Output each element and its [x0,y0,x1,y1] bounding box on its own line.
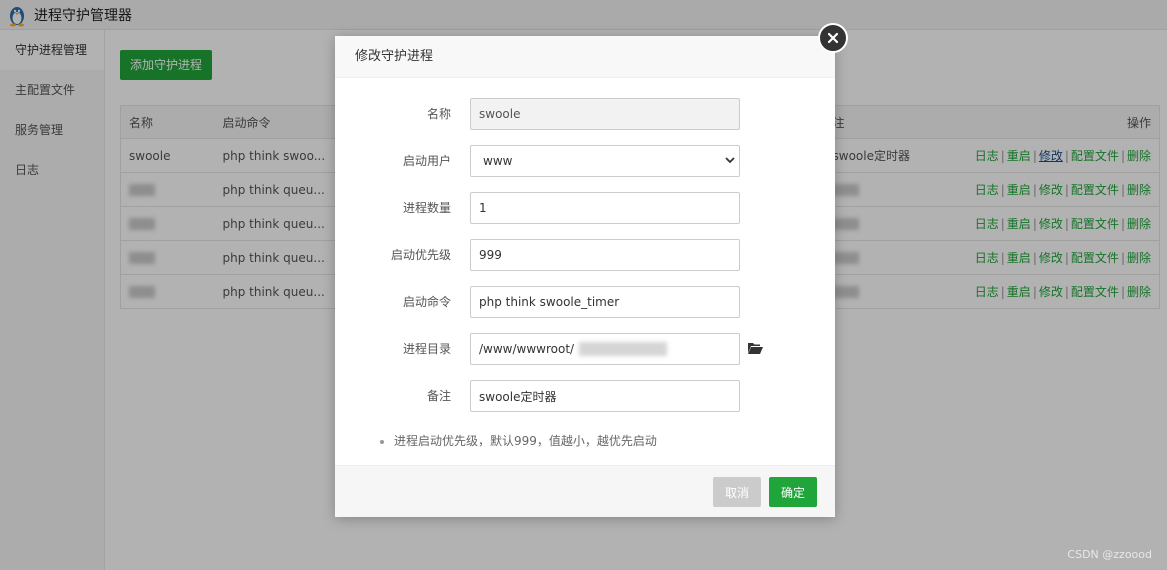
dialog-title: 修改守护进程 [335,36,835,78]
folder-open-icon[interactable] [747,341,763,355]
name-field [470,98,740,130]
count-label: 进程数量 [402,201,451,215]
chevron-down-icon [725,157,735,164]
confirm-button[interactable]: 确定 [769,477,817,507]
count-row: 进程数量 [335,192,835,224]
note-row: 备注 [335,380,835,412]
user-label: 启动用户 [402,154,451,168]
redacted-path [579,342,667,356]
command-field[interactable] [470,286,740,318]
note-label: 备注 [426,389,451,403]
user-row: 启动用户 www [335,145,835,177]
watermark: CSDN @zzoood [1067,548,1152,561]
priority-field[interactable] [470,239,740,271]
note-field[interactable] [470,380,740,412]
process-count-field[interactable] [470,192,740,224]
directory-row: 进程目录 [335,333,835,365]
name-label: 名称 [426,107,451,121]
command-label: 启动命令 [402,295,451,309]
close-icon [827,32,839,44]
name-row: 名称 [335,98,835,130]
command-row: 启动命令 [335,286,835,318]
close-dialog-button[interactable] [818,23,848,53]
cancel-button[interactable]: 取消 [713,477,761,507]
edit-daemon-dialog: 修改守护进程 名称 启动用户 www 进程数量 启动优先级 启动命令 进程目录 [335,36,835,517]
priority-label: 启动优先级 [390,248,451,262]
directory-label: 进程目录 [402,342,451,356]
priority-row: 启动优先级 [335,239,835,271]
bullet-icon [380,439,384,444]
hint-text: 进程启动优先级，默认999，值越小，越优先启动 [394,434,657,448]
user-select[interactable]: www [470,145,740,177]
priority-hint: 进程启动优先级，默认999，值越小，越优先启动 [380,432,657,449]
dialog-footer: 取消 确定 [335,465,835,517]
